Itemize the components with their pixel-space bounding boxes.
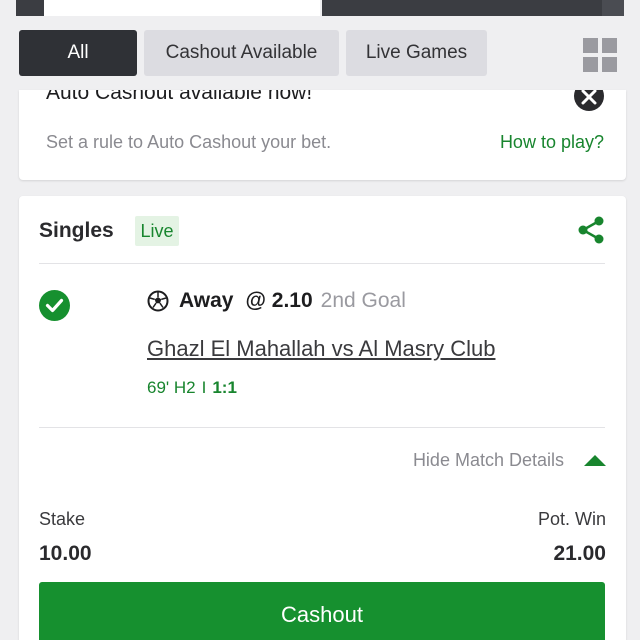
divider — [39, 263, 605, 264]
promo-text: Set a rule to Auto Cashout your bet. — [46, 132, 332, 152]
selection-pick: Away — [179, 289, 234, 312]
top-tab-active[interactable] — [44, 0, 320, 16]
filter-bar: All Cashout Available Live Games — [0, 16, 640, 90]
live-badge: Live — [135, 216, 179, 246]
selection-odds: @ 2.10 — [245, 289, 313, 312]
filter-live-games-button[interactable]: Live Games — [346, 30, 487, 76]
divider — [39, 427, 605, 428]
match-time-separator: I — [201, 378, 207, 397]
close-icon[interactable] — [573, 90, 605, 122]
top-tabs — [0, 0, 640, 16]
bet-card: Singles Live Away @ 2.10 2nd Goal Ghazl … — [19, 196, 626, 640]
match-name-link[interactable]: Ghazl El Mahallah vs Al Masry Club — [147, 336, 495, 362]
how-to-play-link[interactable]: How to play? — [500, 132, 604, 153]
soccer-ball-icon — [147, 290, 169, 312]
top-tab-edge — [602, 0, 624, 16]
bet-type-label: Singles — [39, 219, 114, 242]
selection-market: 2nd Goal — [320, 289, 406, 312]
pot-win-value: 21.00 — [553, 542, 606, 565]
details-toggle-label: Hide Match Details — [412, 450, 564, 470]
auto-cashout-promo: Auto Cashout available now! Set a rule t… — [19, 90, 626, 180]
top-tab-left[interactable] — [16, 0, 44, 16]
grid-icon[interactable] — [583, 38, 617, 72]
match-time: 69' H2 — [147, 378, 196, 397]
stake-value: 10.00 — [39, 542, 92, 565]
match-time-score: 69' H2 I 1:1 — [147, 378, 237, 398]
filter-all-button[interactable]: All — [19, 30, 137, 76]
selection-line: Away @ 2.10 2nd Goal — [147, 289, 406, 313]
caret-up-icon — [584, 455, 606, 466]
check-circle-icon — [39, 290, 70, 321]
filter-cashout-available-button[interactable]: Cashout Available — [144, 30, 339, 76]
match-score: 1:1 — [212, 378, 237, 397]
top-tab-right[interactable] — [322, 0, 602, 16]
share-icon[interactable] — [577, 216, 605, 244]
hide-match-details-toggle[interactable]: Hide Match Details — [413, 450, 606, 471]
pot-win-label: Pot. Win — [537, 509, 606, 529]
cashout-button[interactable]: Cashout — [39, 582, 605, 640]
stake-label: Stake — [39, 509, 86, 529]
promo-title: Auto Cashout available now! — [46, 90, 313, 104]
